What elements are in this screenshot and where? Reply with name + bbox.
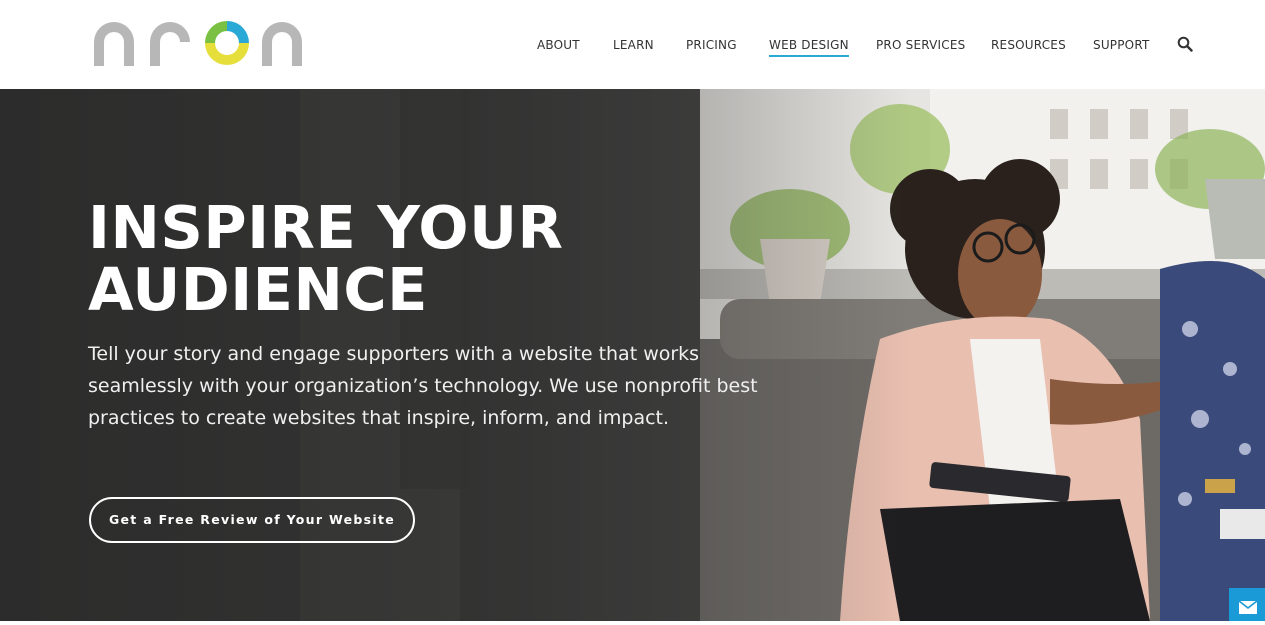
free-website-review-button[interactable]: Get a Free Review of Your Website xyxy=(89,497,415,543)
nav-item-resources[interactable]: RESOURCES xyxy=(991,38,1066,52)
envelope-icon xyxy=(1238,600,1258,614)
neon-logo[interactable] xyxy=(92,20,306,66)
hero-title-line-2: AUDIENCE xyxy=(88,255,428,324)
hero-section: INSPIRE YOUR AUDIENCE Tell your story an… xyxy=(0,89,1265,621)
nav-item-web-design[interactable]: WEB DESIGN xyxy=(769,38,849,57)
nav-item-about[interactable]: ABOUT xyxy=(537,38,580,52)
nav-item-pro-services[interactable]: PRO SERVICES xyxy=(876,38,965,52)
chat-widget-button[interactable] xyxy=(1229,588,1265,621)
hero-description: Tell your story and engage supporters wi… xyxy=(88,343,758,429)
nav-item-support[interactable]: SUPPORT xyxy=(1093,38,1150,52)
hero-title-line-1: INSPIRE YOUR xyxy=(88,193,564,262)
hero-title: INSPIRE YOUR AUDIENCE xyxy=(88,197,708,321)
nav-item-learn[interactable]: LEARN xyxy=(613,38,654,52)
nav-item-pricing[interactable]: PRICING xyxy=(686,38,737,52)
site-header: ABOUT LEARN PRICING WEB DESIGN PRO SERVI… xyxy=(0,0,1265,89)
search-icon[interactable] xyxy=(1177,36,1193,52)
